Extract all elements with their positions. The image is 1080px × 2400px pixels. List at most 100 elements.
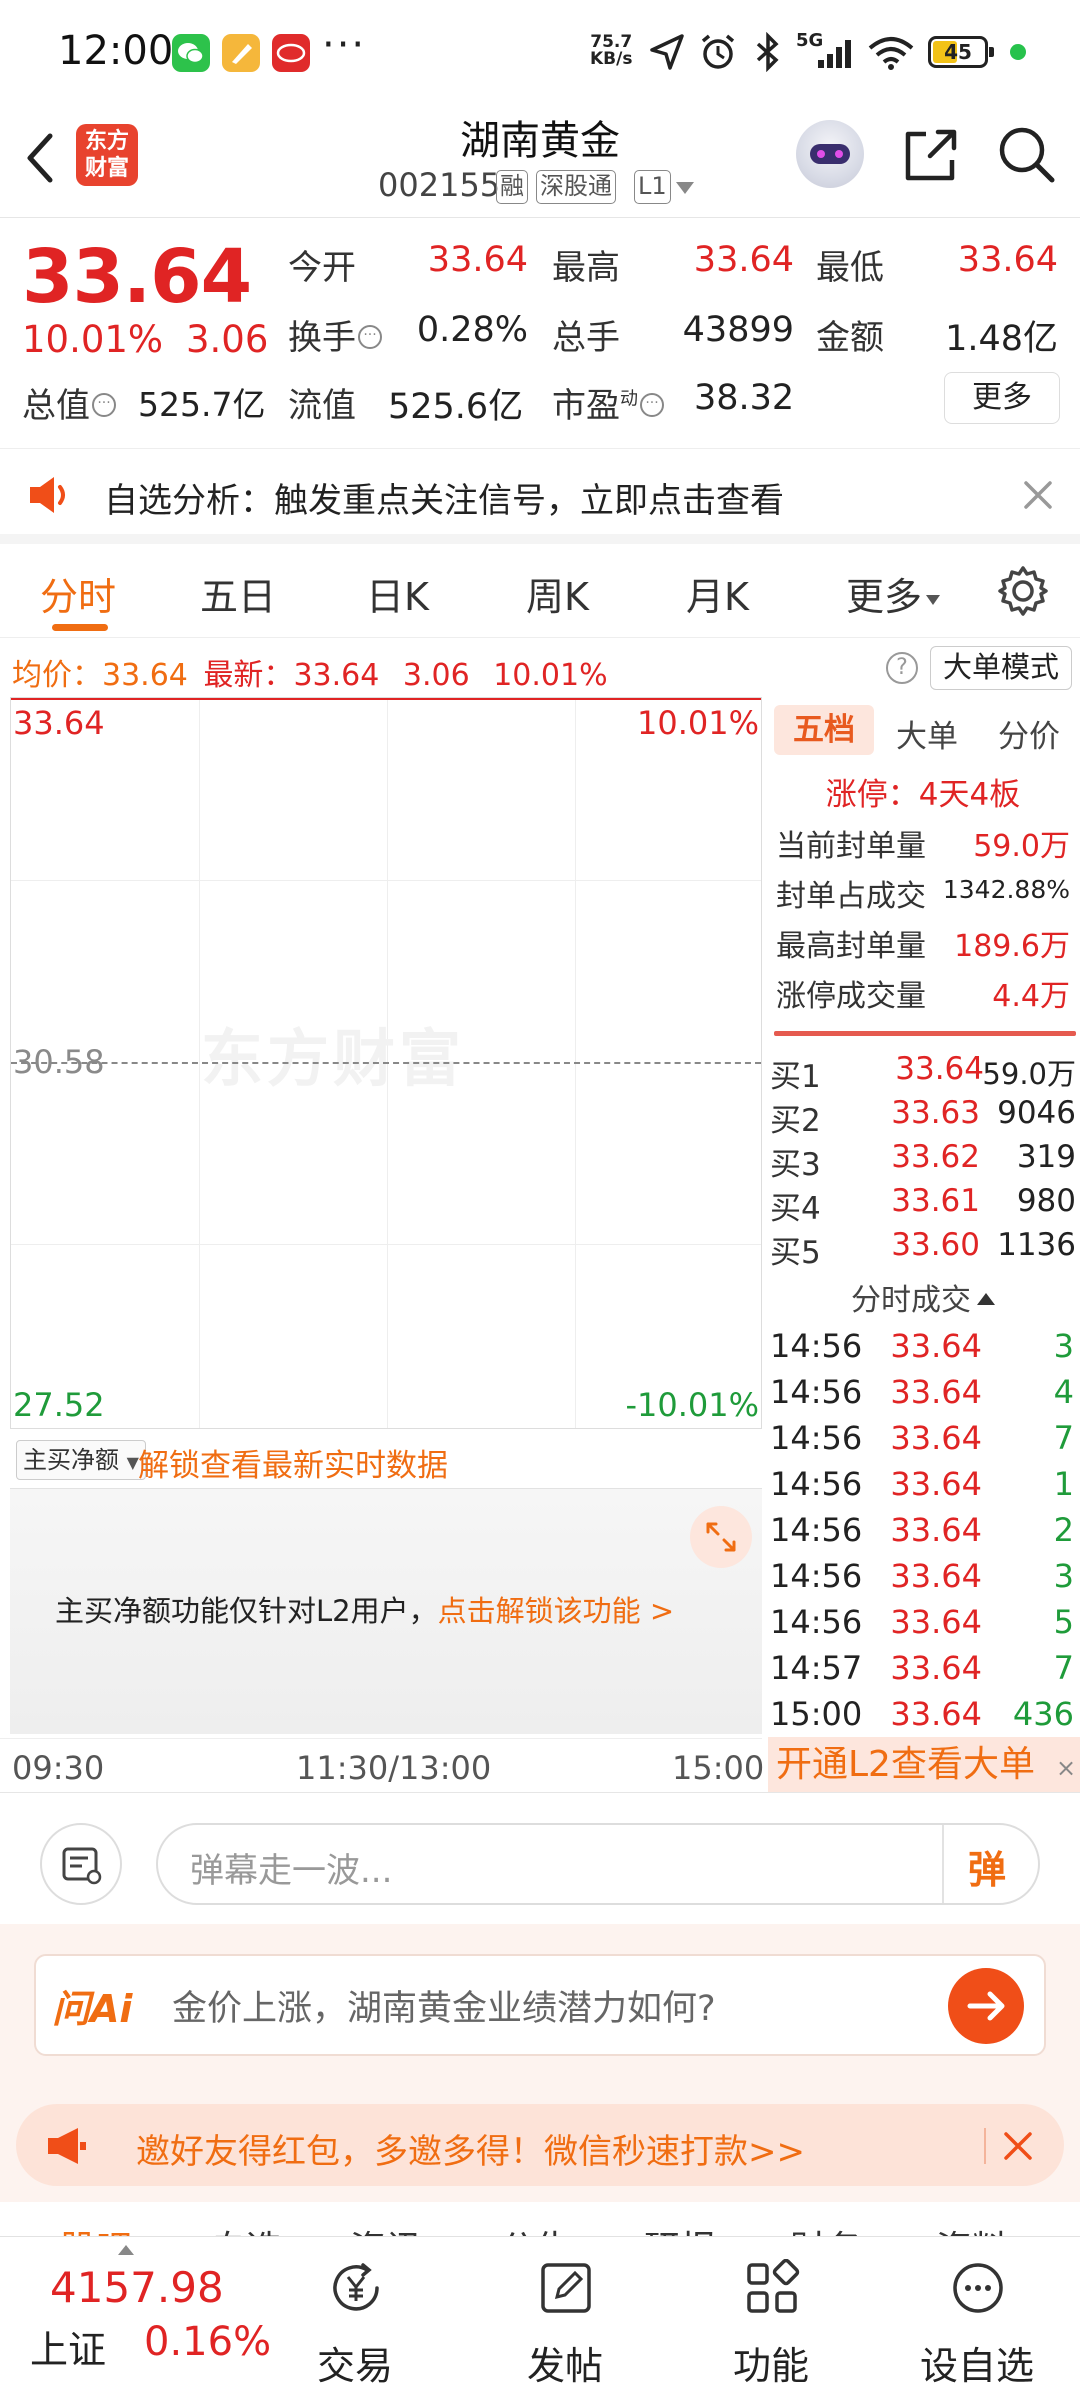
seal-volume-value: 59.0万 [973, 829, 1070, 864]
tab-price-distribution[interactable]: 分价 [998, 711, 1060, 756]
index-value[interactable]: 4157.98 [50, 2263, 224, 2312]
open-value: 33.64 [427, 240, 528, 280]
prev-close-line [11, 1062, 761, 1064]
info-icon[interactable]: ··· [358, 324, 382, 349]
amount-value: 1.48亿 [945, 319, 1058, 359]
edit-post-icon [541, 2263, 591, 2313]
tick-row: 14:57 33.64 7 [770, 1649, 1074, 1687]
order-book-tabs: 五档 大单 分价 [770, 701, 1074, 757]
analysis-alert[interactable]: 自选分析：触发重点关注信号，立即点击查看 [0, 448, 1080, 544]
level-dropdown-icon[interactable] [676, 182, 694, 194]
low-value: 33.64 [957, 240, 1058, 280]
tab-daily-k[interactable]: 日K [366, 566, 429, 621]
seal-ratio-label: 封单占成交 [776, 879, 926, 914]
market-cap-value: 525.7亿 [138, 385, 266, 424]
indicator-select[interactable]: 主买净额 ▼ [16, 1440, 146, 1480]
turnover-value: 0.28% [416, 310, 528, 350]
search-icon[interactable] [994, 122, 1058, 186]
limit-volume-value: 4.4万 [992, 979, 1070, 1014]
max-seal-value: 189.6万 [954, 929, 1070, 964]
nav-add-watchlist[interactable]: 设自选 [902, 2237, 1052, 2400]
last-price: 33.64 [22, 234, 252, 320]
l2-upgrade-banner[interactable]: 开通L2查看大单 × [768, 1737, 1080, 1792]
y-label-high: 33.64 [13, 704, 105, 742]
bottom-nav: 4157.98 上证 0.16% 交易 发帖 功能 设自选 [0, 2236, 1080, 2400]
invite-text[interactable]: 邀好友得红包，多邀多得！微信秒速打款>> [136, 2124, 805, 2173]
barrage-input[interactable]: 弹幕走一波... 弹 [156, 1823, 1040, 1905]
ai-submit-button[interactable] [948, 1968, 1024, 2044]
divider [774, 1031, 1076, 1036]
close-icon[interactable] [1000, 2128, 1036, 2164]
close-icon[interactable] [1020, 477, 1056, 513]
location-icon [650, 34, 684, 70]
close-icon[interactable]: × [1056, 1741, 1076, 1792]
price-info-row: 均价：33.64 最新：33.64 3.06 10.01% ? 大单模式 [0, 640, 1080, 696]
more-quote-button[interactable]: 更多 [944, 372, 1060, 424]
dropdown-arrow-icon [926, 594, 941, 605]
collapse-arrow-icon [977, 1292, 995, 1305]
megaphone-icon [48, 2128, 86, 2164]
tab-weekly-k[interactable]: 周K [526, 566, 589, 621]
speaker-icon [30, 477, 65, 513]
level1-tag[interactable]: L1 [634, 170, 671, 204]
index-expand-icon[interactable] [118, 2245, 134, 2255]
ai-question[interactable]: 金价上涨，湖南黄金业绩潜力如何? [172, 1980, 716, 2031]
expand-icon[interactable] [690, 1506, 752, 1568]
barrage-settings-icon [62, 1847, 102, 1885]
tab-five-day[interactable]: 五日 [200, 566, 276, 621]
share-icon[interactable] [900, 124, 962, 186]
ticks-header[interactable]: 分时成交 [766, 1275, 1080, 1319]
y-label-low: 27.52 [13, 1386, 105, 1424]
info-icon[interactable]: ··· [92, 392, 116, 417]
unlock-realtime-link[interactable]: 解锁查看最新实时数据 [138, 1440, 448, 1485]
help-icon[interactable]: ? [886, 652, 918, 684]
intraday-chart[interactable]: 东方财富 33.64 10.01% 30.58 27.52 -10.01% [10, 697, 762, 1429]
arrow-right-icon [967, 1991, 1005, 2021]
open-label: 今开 [288, 248, 356, 288]
nav-post[interactable]: 发帖 [490, 2237, 640, 2400]
tab-intraday[interactable]: 分时 [40, 566, 116, 621]
status-time: 12:00 [58, 28, 174, 74]
ai-question-bar: 问Ai 金价上涨，湖南黄金业绩潜力如何? [0, 1924, 1080, 2072]
alert-text[interactable]: 自选分析：触发重点关注信号，立即点击查看 [104, 473, 784, 522]
float-cap-value: 525.6亿 [388, 387, 524, 427]
price-line [11, 698, 761, 700]
info-icon[interactable]: ··· [640, 392, 664, 417]
tab-big-orders[interactable]: 大单 [896, 711, 958, 756]
shenzhen-connect-tag: 深股通 [536, 170, 616, 204]
tick-row: 14:56 33.64 5 [770, 1603, 1074, 1641]
unlock-feature-link[interactable]: 点击解锁该功能 > [438, 1594, 675, 1628]
wifi-icon [868, 37, 914, 70]
tab-monthly-k[interactable]: 月K [686, 566, 749, 621]
pe-label: 市盈动 ··· [552, 378, 664, 427]
high-label: 最高 [552, 248, 620, 288]
index-percent[interactable]: 0.16% [144, 2319, 271, 2365]
x-label-midday: 11:30/13:00 [296, 1749, 492, 1787]
volume-label: 总手 [552, 318, 620, 358]
net-buy-panel: 主买净额 ▼ 解锁查看最新实时数据 主买净额功能仅针对L2用户，点击解锁该功能 … [10, 1430, 762, 1734]
send-barrage-button[interactable]: 弹 [968, 1839, 1006, 1894]
ai-assistant-avatar[interactable] [796, 120, 864, 188]
high-value: 33.64 [693, 240, 794, 280]
content-tabs-peek: 股吧 自选 资讯 公告 研报 财务 资料 [0, 2202, 1080, 2238]
tick-row: 14:56 33.64 4 [770, 1373, 1074, 1411]
nav-trade[interactable]: 交易 [280, 2237, 430, 2400]
grid-line [11, 1244, 761, 1245]
grid-line [11, 880, 761, 881]
bid-row: 买5 33.60 1136 [770, 1227, 1076, 1271]
seal-volume-label: 当前封单量 [776, 829, 926, 864]
y-label-mid: 30.58 [13, 1043, 105, 1081]
settings-gear-icon[interactable] [996, 564, 1050, 618]
quote-panel: 33.64 10.01% 3.06 今开 33.64 最高 33.64 最低 3… [0, 218, 1080, 448]
bid-row: 买3 33.62 319 [770, 1139, 1076, 1183]
barrage-toggle-button[interactable] [40, 1823, 122, 1905]
big-order-mode-button[interactable]: 大单模式 [930, 646, 1072, 690]
index-name[interactable]: 上证 [30, 2319, 106, 2374]
tab-more[interactable]: 更多 [846, 566, 941, 621]
nav-functions[interactable]: 功能 [696, 2237, 846, 2400]
status-bar: 12:00 ··· 75.7 KB/s 5G 45 [0, 0, 1080, 100]
bid-row: 买1 33.64 59.0万 [770, 1051, 1076, 1095]
more-notifications-icon: ··· [322, 22, 367, 68]
active-tab-indicator [52, 624, 108, 631]
tab-five-levels[interactable]: 五档 [774, 705, 874, 755]
